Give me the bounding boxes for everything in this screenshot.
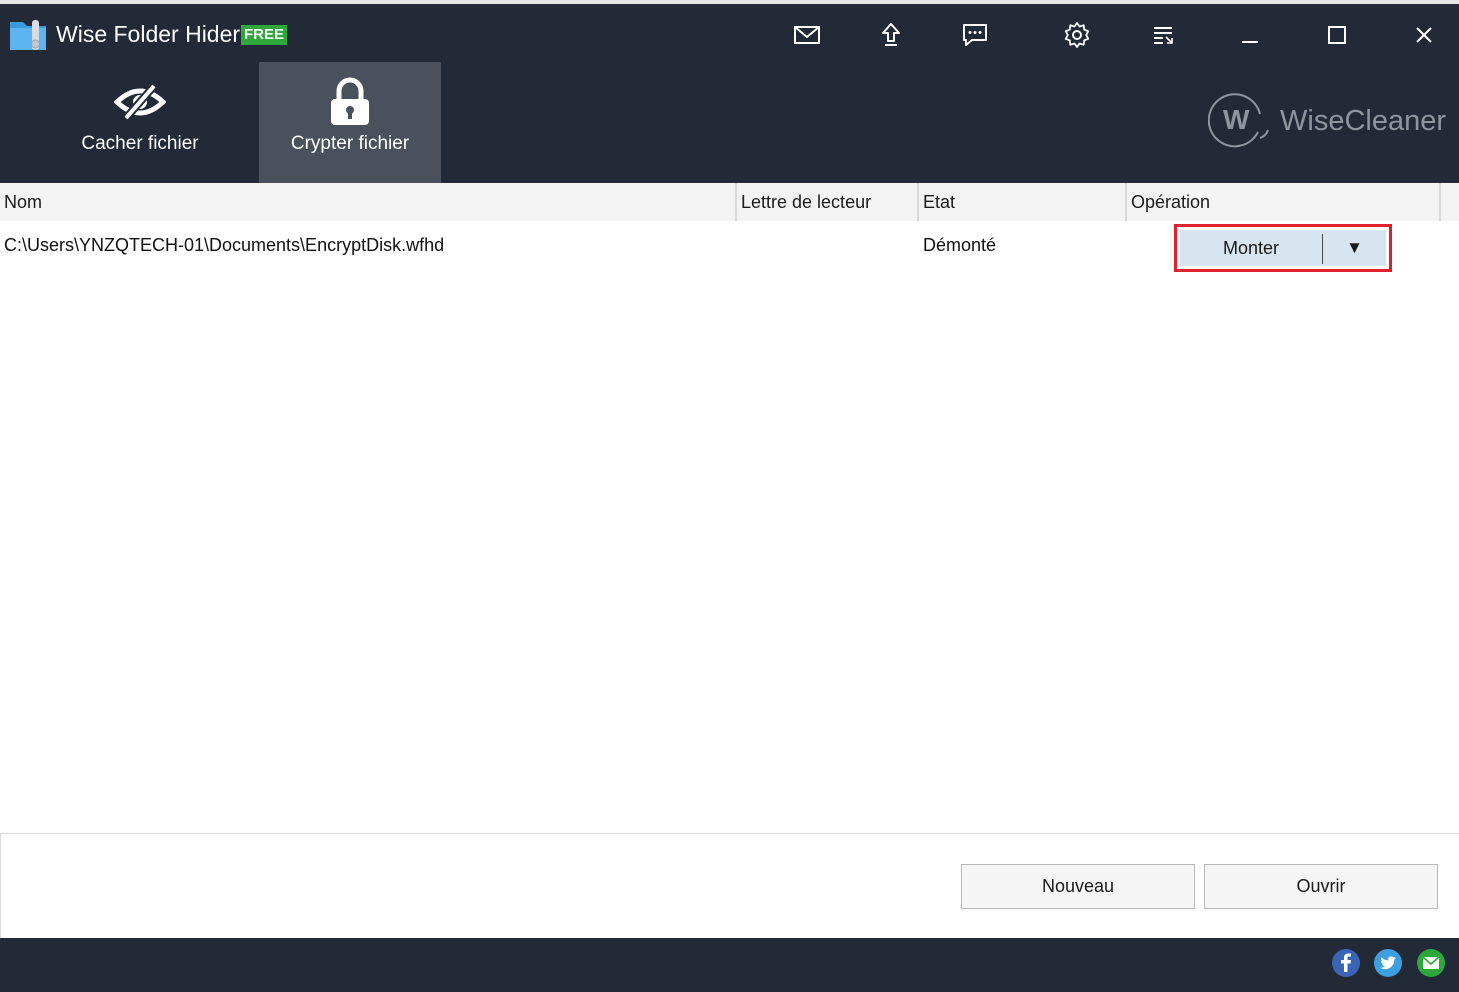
column-header-name[interactable]: Nom bbox=[0, 183, 735, 221]
status-bar bbox=[0, 938, 1459, 992]
menu-icon bbox=[1154, 27, 1173, 44]
feedback-icon bbox=[963, 24, 987, 46]
mount-button[interactable]: Monter bbox=[1180, 230, 1322, 266]
minimize-button[interactable] bbox=[1232, 18, 1268, 52]
operation-dropdown-button[interactable]: ▼ bbox=[1323, 230, 1386, 266]
close-button[interactable] bbox=[1406, 18, 1442, 52]
column-header-state[interactable]: Etat bbox=[919, 183, 1125, 221]
minimize-icon bbox=[1242, 41, 1258, 43]
upload-button[interactable] bbox=[873, 18, 909, 52]
column-header-drive-letter[interactable]: Lettre de lecteur bbox=[737, 183, 917, 221]
column-header-operation[interactable]: Opération bbox=[1127, 183, 1439, 221]
gear-icon bbox=[1064, 22, 1090, 48]
tab-hide-file[interactable]: Cacher fichier bbox=[49, 62, 231, 183]
menu-button[interactable] bbox=[1145, 18, 1181, 52]
table-row[interactable]: C:\Users\YNZQTECH-01\Documents\EncryptDi… bbox=[0, 221, 1459, 273]
eye-slash-icon bbox=[114, 83, 166, 121]
upload-icon bbox=[882, 23, 900, 46]
tab-label: Crypter fichier bbox=[290, 133, 410, 154]
open-button[interactable]: Ouvrir bbox=[1204, 864, 1438, 909]
app-header: Wise Folder Hider FREE Cacher fichier Cr… bbox=[0, 4, 1459, 183]
twitter-icon[interactable] bbox=[1373, 948, 1403, 978]
folder-logo-icon bbox=[10, 20, 46, 50]
maximize-button[interactable] bbox=[1319, 18, 1355, 52]
mount-state: Démonté bbox=[923, 235, 997, 255]
app-title: Wise Folder Hider bbox=[56, 21, 241, 47]
facebook-icon[interactable] bbox=[1331, 948, 1361, 978]
operation-split-button: Monter ▼ bbox=[1174, 224, 1392, 272]
tab-label: Cacher fichier bbox=[81, 133, 199, 154]
free-badge: FREE bbox=[241, 25, 288, 45]
maximize-icon bbox=[1328, 26, 1346, 44]
dropdown-arrow-icon: ▼ bbox=[1346, 238, 1363, 257]
tab-encrypt-file[interactable]: Crypter fichier bbox=[259, 62, 441, 183]
file-path: C:\Users\YNZQTECH-01\Documents\EncryptDi… bbox=[4, 235, 445, 255]
close-icon bbox=[1416, 27, 1432, 43]
lock-icon bbox=[331, 77, 369, 125]
table-header: Nom Lettre de lecteur Etat Opération bbox=[0, 183, 1459, 221]
settings-button[interactable] bbox=[1059, 18, 1095, 52]
wisecleaner-logo-letter: W bbox=[1223, 104, 1250, 135]
new-button[interactable]: Nouveau bbox=[961, 864, 1195, 909]
feedback-button[interactable] bbox=[957, 18, 993, 52]
mail-icon bbox=[794, 26, 820, 44]
brand-name: WiseCleaner bbox=[1280, 105, 1446, 137]
email-icon[interactable] bbox=[1416, 948, 1446, 978]
action-panel: Nouveau Ouvrir bbox=[0, 833, 1459, 938]
wisecleaner-brand: W WiseCleaner bbox=[1208, 92, 1448, 148]
mail-button[interactable] bbox=[789, 18, 825, 52]
column-separator[interactable] bbox=[1439, 183, 1441, 221]
